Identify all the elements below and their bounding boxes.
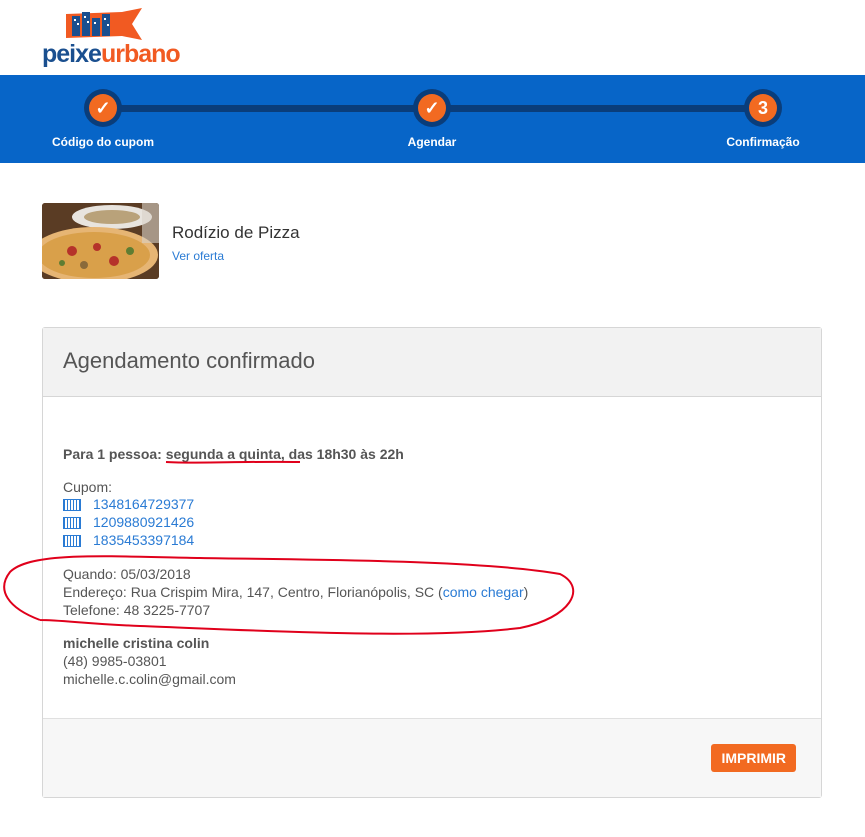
check-icon: ✓ [89, 94, 117, 122]
coupon-item[interactable]: 1835453397184 [63, 532, 194, 548]
offer-image[interactable] [42, 203, 159, 279]
panel-header: Agendamento confirmado [43, 328, 821, 397]
step-coupon-code: ✓ Código do cupom [23, 89, 183, 149]
step-number: 3 [749, 94, 777, 122]
coupon-item[interactable]: 1348164729377 [63, 496, 194, 512]
customer-name: michelle cristina colin [63, 635, 210, 651]
barcode-icon [63, 499, 81, 512]
coupon-item[interactable]: 1209880921426 [63, 514, 194, 530]
view-offer-link[interactable]: Ver oferta [172, 249, 372, 263]
fish-logo-icon [66, 8, 142, 40]
logo-wordmark: peixeurbano [42, 40, 181, 68]
when-text: Quando: 05/03/2018 [63, 566, 191, 582]
step-label: Código do cupom [52, 135, 154, 149]
peixeurbano-logo[interactable]: peixeurbano [42, 8, 181, 68]
step-label: Agendar [407, 135, 457, 149]
coupon-code[interactable]: 1348164729377 [93, 496, 194, 512]
offer-title: Rodízio de Pizza [172, 223, 300, 242]
coupon-code[interactable]: 1209880921426 [93, 514, 194, 530]
address-text: Endereço: Rua Crispim Mira, 147, Centro,… [63, 584, 443, 600]
people-label: Para 1 pessoa: [63, 446, 162, 462]
schedule-text: segunda a quinta, das 18h30 às 22h [165, 446, 404, 462]
check-icon: ✓ [418, 94, 446, 122]
barcode-icon [63, 535, 81, 548]
confirmation-panel: Agendamento confirmado Para 1 pessoa: se… [42, 327, 822, 798]
progress-stepper: ✓ Código do cupom ✓ Agendar 3 Confirmaçã… [0, 75, 865, 163]
directions-link[interactable]: como chegar [443, 584, 524, 600]
barcode-icon [63, 517, 81, 530]
coupon-label: Cupom: [63, 479, 113, 495]
customer-phone: (48) 9985-03801 [63, 653, 167, 669]
step-confirmation: 3 Confirmação [683, 89, 843, 149]
schedule-line: Para 1 pessoa: segunda a quinta, das 18h… [63, 445, 404, 463]
site-header: peixeurbano [0, 0, 865, 74]
step-schedule: ✓ Agendar [352, 89, 512, 149]
address-line: Endereço: Rua Crispim Mira, 147, Centro,… [63, 583, 528, 601]
coupon-code[interactable]: 1835453397184 [93, 532, 194, 548]
panel-title: Agendamento confirmado [63, 348, 315, 373]
panel-footer: IMPRIMIR [43, 718, 821, 797]
step-label: Confirmação [726, 135, 800, 149]
customer-email: michelle.c.colin@gmail.com [63, 671, 236, 687]
print-button[interactable]: IMPRIMIR [711, 744, 796, 772]
phone-text: Telefone: 48 3225-7707 [63, 602, 211, 618]
address-suffix: ) [523, 584, 529, 600]
